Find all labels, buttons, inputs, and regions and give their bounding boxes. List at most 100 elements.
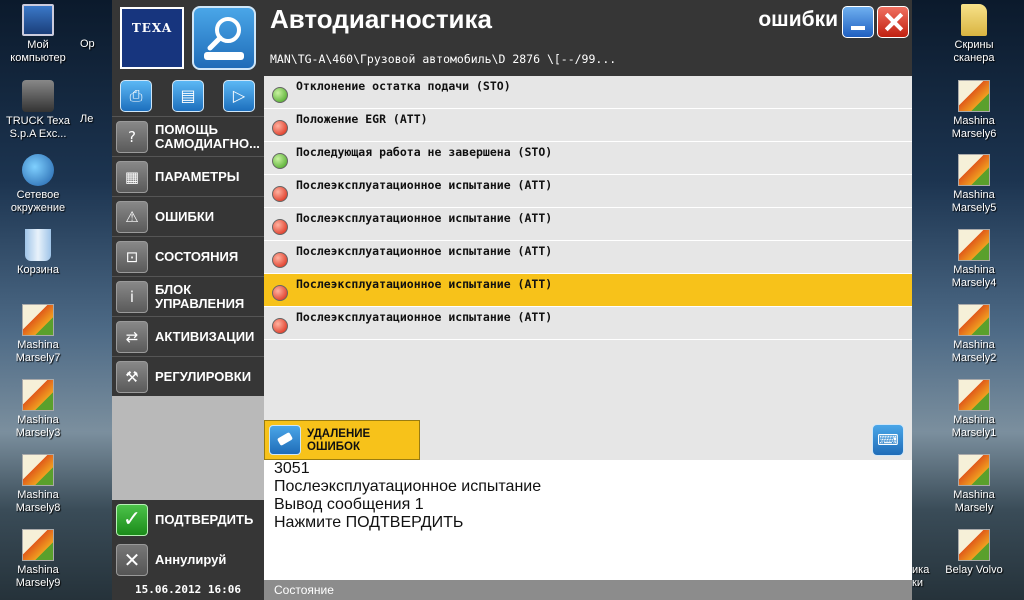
status-error-icon [272, 186, 288, 202]
error-text: Положение EGR (ATT) [296, 112, 428, 126]
picture-file-icon [22, 454, 54, 486]
error-row[interactable]: Послеэксплуатационное испытание (ATT) [264, 307, 912, 340]
delete-errors-button[interactable]: УДАЛЕНИЕ ОШИБОК [264, 420, 420, 460]
desktop-icon-mashina-marsely5[interactable]: Mashina Marsely5 [936, 154, 1012, 215]
sidebar-item-help[interactable]: ? ПОМОЩЬ САМОДИАГНО... [112, 116, 264, 156]
desktop-partial-label-second: Ле [80, 113, 94, 125]
grid-icon: ▦ [116, 161, 148, 193]
error-text: Последующая работа не завершена (STO) [296, 145, 553, 159]
error-row[interactable]: Послеэксплуатационное испытание (ATT) [264, 208, 912, 241]
printer-icon: ⎙ [129, 86, 143, 105]
desktop-icon-mashina-marsely2[interactable]: Mashina Marsely2 [936, 304, 1012, 365]
desktop-icon-label: Mashina Marsely5 [951, 189, 997, 214]
desktop-icon-label: Mashina Marsely6 [951, 115, 997, 140]
sidebar-item-control-unit[interactable]: i БЛОК УПРАВЛЕНИЯ [112, 276, 264, 316]
help-icon: ? [116, 121, 148, 153]
error-row[interactable]: Послеэксплуатационное испытание (ATT) [264, 241, 912, 274]
message-line: Нажмите ПОДТВЕРДИТЬ [274, 514, 464, 531]
sidebar-item-activations[interactable]: ⇄ АКТИВИЗАЦИИ [112, 316, 264, 356]
picture-file-icon [22, 529, 54, 561]
desktop-icon-label: Belay Volvo [945, 564, 1003, 576]
status-ok-icon [272, 87, 288, 103]
picture-file-icon [958, 304, 990, 336]
picture-file-icon [958, 80, 990, 112]
error-list: Отклонение остатка подачи (STO) Положени… [264, 76, 912, 420]
play-button[interactable]: ▷ [223, 80, 255, 112]
minimize-button[interactable] [842, 6, 874, 38]
picture-file-icon [22, 304, 54, 336]
sidebar-item-label: ПАРАМЕТРЫ [155, 169, 240, 184]
desktop-icon-mashina-marsely3[interactable]: Mashina Marsely3 [0, 379, 76, 440]
desktop-icon-label: Мой компьютер [10, 39, 66, 64]
error-text: Послеэксплуатационное испытание (ATT) [296, 244, 553, 258]
folder-icon [961, 4, 987, 36]
desktop-icon-label: Mashina Marsely2 [951, 339, 997, 364]
action-bar: УДАЛЕНИЕ ОШИБОК ⌨ [264, 420, 912, 460]
keyboard-icon: ⌨ [877, 431, 899, 449]
clapper-button[interactable]: ▤ [172, 80, 204, 112]
error-row[interactable]: Последующая работа не завершена (STO) [264, 142, 912, 175]
desktop-icon-label: Mashina Marsely7 [15, 339, 61, 364]
warning-icon: ⚠ [116, 201, 148, 233]
error-row[interactable]: Отклонение остатка подачи (STO) [264, 76, 912, 109]
sidebar-item-adjustments[interactable]: ⚒ РЕГУЛИРОВКИ [112, 356, 264, 396]
activation-icon: ⇄ [116, 321, 148, 353]
desktop-icon-mashina-marsely9[interactable]: Mashina Marsely9 [0, 529, 76, 590]
desktop-icon-belay-volvo[interactable]: Belay Volvo [936, 529, 1012, 577]
keyboard-button[interactable]: ⌨ [872, 424, 904, 456]
eraser-icon [269, 425, 301, 455]
picture-file-icon [958, 229, 990, 261]
desktop-icon-mashina-marsely8[interactable]: Mashina Marsely8 [0, 454, 76, 515]
logo-text: TEXA [131, 21, 173, 35]
sidebar-item-states[interactable]: ⊡ СОСТОЯНИЯ [112, 236, 264, 276]
desktop-icon-network[interactable]: Сетевое окружение [0, 154, 76, 215]
desktop-icon-mashina-marsely[interactable]: Mashina Marsely [936, 454, 1012, 515]
vehicle-search-button[interactable] [192, 6, 256, 70]
status-error-icon [272, 120, 288, 136]
error-text: Послеэксплуатационное испытание (ATT) [296, 178, 553, 192]
error-text: Послеэксплуатационное испытание (ATT) [296, 211, 553, 225]
error-row[interactable]: Положение EGR (ATT) [264, 109, 912, 142]
desktop-icon-mashina-marsely4[interactable]: Mashina Marsely4 [936, 229, 1012, 290]
truck-texa-icon [22, 80, 54, 112]
clapperboard-icon: ▤ [180, 86, 196, 105]
desktop-icon-recycle-bin[interactable]: Корзина [0, 229, 76, 277]
picture-file-icon [958, 529, 990, 561]
cancel-button[interactable]: ✕ Аннулируй [112, 540, 264, 580]
computer-icon [22, 4, 54, 36]
desktop-icon-label: Mashina Marsely8 [15, 489, 61, 514]
message-line: Послеэксплуатационное испытание [274, 478, 542, 495]
print-button[interactable]: ⎙ [120, 80, 152, 112]
cancel-label: Аннулируй [155, 552, 227, 567]
desktop-icon-label: Корзина [17, 264, 59, 276]
status-error-icon [272, 252, 288, 268]
desktop-icon-mashina-marsely1[interactable]: Mashina Marsely1 [936, 379, 1012, 440]
delete-errors-label: УДАЛЕНИЕ ОШИБОК [307, 428, 371, 453]
desktop-icon-my-computer[interactable]: Мой компьютер [0, 4, 76, 65]
error-row-selected[interactable]: Послеэксплуатационное испытание (ATT) [264, 274, 912, 307]
desktop-icon-mashina-marsely6[interactable]: Mashina Marsely6 [936, 80, 1012, 141]
close-button[interactable] [877, 6, 909, 38]
confirm-button[interactable]: ✓ ПОДТВЕРДИТЬ [112, 500, 264, 540]
sidebar-item-errors[interactable]: ⚠ ОШИБКИ [112, 196, 264, 236]
sidebar-item-label: ПОМОЩЬ САМОДИАГНО... [155, 122, 260, 151]
status-ok-icon [272, 153, 288, 169]
desktop-partial-label-bottom-right: ика ки [912, 564, 930, 589]
picture-file-icon [958, 379, 990, 411]
texa-logo: TEXA [120, 7, 184, 69]
sidebar-item-label: ОШИБКИ [155, 209, 215, 224]
desktop-icon-mashina-marsely7[interactable]: Mashina Marsely7 [0, 304, 76, 365]
texa-diagnostic-window: TEXA Автодиагностика ошибки MAN\TG-A\460… [112, 0, 912, 600]
desktop-icon-scanner-screenshots[interactable]: Скрины сканера [936, 4, 1012, 65]
close-x-icon: ✕ [116, 544, 148, 576]
sidebar-item-label: БЛОК УПРАВЛЕНИЯ [155, 282, 245, 311]
desktop-icon-label: TRUCK Texa S.p.A Exc... [6, 115, 70, 140]
desktop-icon-label: Mashina Marsely3 [15, 414, 61, 439]
sidebar-item-parameters[interactable]: ▦ ПАРАМЕТРЫ [112, 156, 264, 196]
desktop-icon-truck-texa[interactable]: TRUCK Texa S.p.A Exc... [0, 80, 76, 141]
recycle-bin-icon [25, 229, 51, 261]
error-row[interactable]: Послеэксплуатационное испытание (ATT) [264, 175, 912, 208]
error-text: Отклонение остатка подачи (STO) [296, 79, 511, 93]
desktop-icon-label: Скрины сканера [953, 39, 995, 64]
status-bar: Состояние [264, 580, 912, 600]
